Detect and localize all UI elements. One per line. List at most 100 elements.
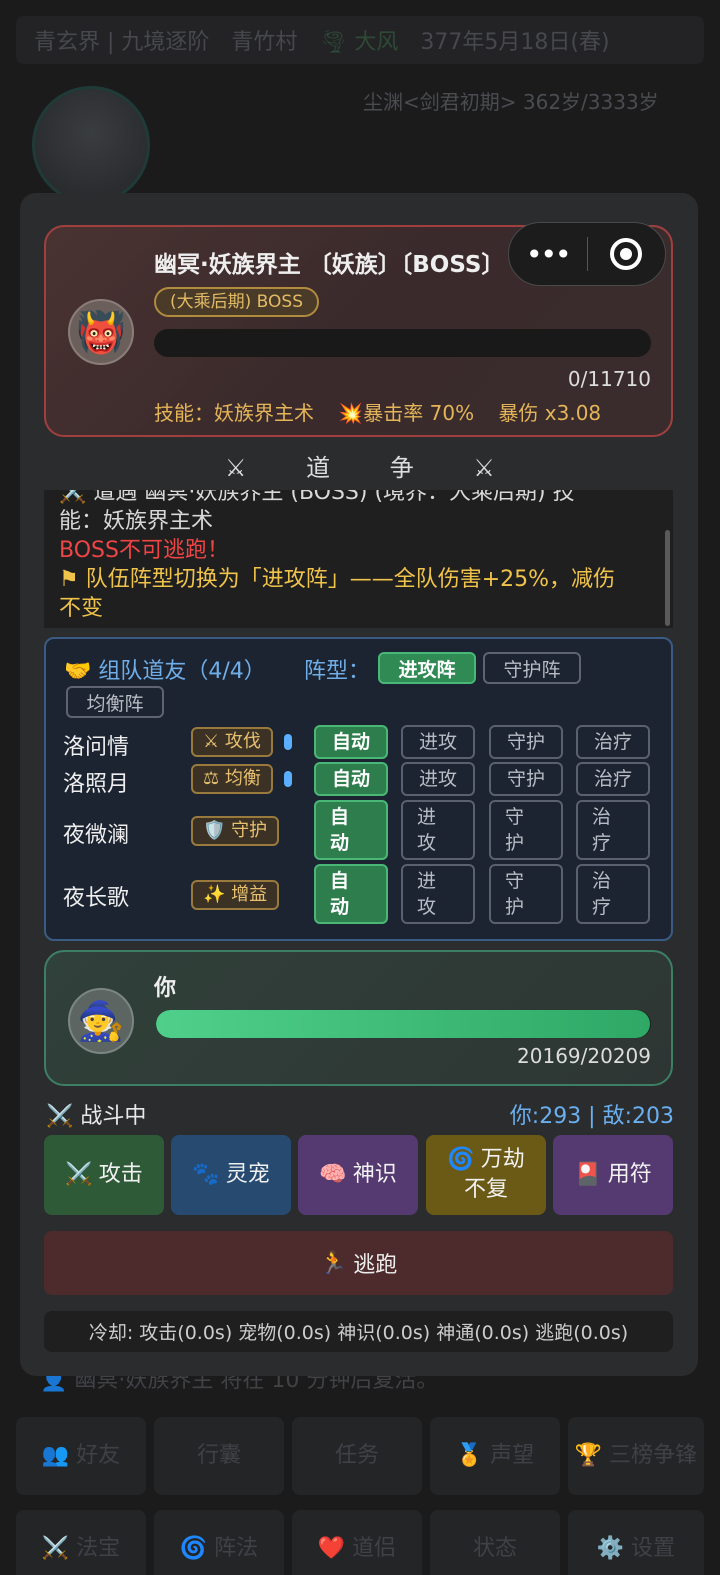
member-attack-button[interactable]: 进攻: [401, 762, 475, 796]
companion-button[interactable]: ❤️ 道侣: [292, 1510, 422, 1575]
team-header: 🤝 组队道友（4/4）: [64, 659, 266, 684]
member-defend-button[interactable]: 守 护: [489, 864, 563, 924]
miniprogram-capsule: •••: [508, 222, 666, 286]
character-info: 尘渊<剑君初期> 362岁/3333岁: [363, 90, 659, 114]
formation-label: 阵型：: [304, 659, 371, 684]
artifact-button[interactable]: ⚔️ 法宝: [16, 1510, 146, 1575]
member-name: 夜长歌: [63, 886, 130, 911]
rankings-button[interactable]: 🏆 三榜争锋: [568, 1417, 704, 1495]
boss-avatar: 👹: [68, 299, 134, 365]
member-defend-button[interactable]: 守护: [489, 725, 563, 759]
member-heal-button[interactable]: 治疗: [576, 762, 650, 796]
boss-crit-rate: 💥暴击率 70%: [338, 401, 475, 425]
member-auto-button[interactable]: 自 动: [314, 800, 388, 860]
member-role-tag: ⚔ 攻伐: [191, 727, 273, 757]
divine-sense-button[interactable]: 🧠 神识: [298, 1135, 418, 1215]
top-bar: 青玄界 | 九境逐阶 青竹村 🌪 大风 377年5月18日(春): [16, 16, 704, 64]
settings-button[interactable]: ⚙️ 设置: [568, 1510, 704, 1575]
more-options-button[interactable]: •••: [509, 238, 587, 271]
cyclone-icon: 🌀: [447, 1147, 475, 1172]
wind-icon: 🌪: [319, 30, 348, 55]
boss-skill-line: 技能：妖族界主术 💥暴击率 70% 暴伤 x3.08: [154, 397, 619, 426]
member-heal-button[interactable]: 治 疗: [576, 864, 650, 924]
crossed-swords-icon: ⚔️: [65, 1162, 93, 1187]
location-name[interactable]: 青竹村: [231, 24, 297, 56]
weather: 🌪 大风: [319, 24, 398, 56]
member-auto-button[interactable]: 自动: [314, 762, 388, 796]
member-defend-button[interactable]: 守 护: [489, 800, 563, 860]
card-icon: 🎴: [574, 1162, 602, 1187]
formation-button[interactable]: 🌀 阵法: [154, 1510, 284, 1575]
flee-button[interactable]: 🏃 逃跑: [44, 1231, 673, 1295]
divine-sense-label: 神识: [352, 1162, 397, 1187]
boss-hp-text: 0/11710: [567, 367, 651, 391]
member-status-indicator: [284, 771, 292, 787]
member-name: 夜微澜: [63, 823, 130, 848]
boss-hp-bar: [154, 329, 651, 357]
boss-name: 幽冥·妖族界主 〔妖族〕〔BOSS〕: [154, 252, 505, 278]
battle-log-scrollbar[interactable]: [665, 530, 670, 626]
formation-defend-button[interactable]: 守护阵: [483, 652, 581, 684]
member-role-tag: 🛡️ 守护: [191, 816, 280, 846]
mage-icon: 🧙: [77, 998, 125, 1043]
log-line: BOSS不可逃跑！: [59, 538, 229, 563]
member-attack-button[interactable]: 进 攻: [401, 800, 475, 860]
inventory-button[interactable]: 行囊: [154, 1417, 284, 1495]
member-role-tag: ⚖ 均衡: [191, 764, 273, 794]
status-button[interactable]: 状态: [430, 1510, 560, 1575]
record-icon: [610, 238, 643, 270]
player-hp-bar: [156, 1010, 651, 1038]
talisman-label: 用符: [607, 1162, 652, 1187]
brain-icon: 🧠: [319, 1162, 347, 1187]
member-role-tag: ✨ 增益: [191, 880, 280, 910]
pet-button[interactable]: 🐾 灵宠: [171, 1135, 291, 1215]
member-auto-button[interactable]: 自动: [314, 725, 388, 759]
member-defend-button[interactable]: 守护: [489, 762, 563, 796]
member-auto-button[interactable]: 自 动: [314, 864, 388, 924]
member-heal-button[interactable]: 治疗: [576, 725, 650, 759]
battle-log-content: ⚔️ 遭遇 幽冥·妖族界主 (BOSS) (境界：大乘后期) 技能：妖族界主术 B…: [59, 490, 659, 623]
log-line: ⚔️ 遭遇 幽冥·妖族界主 (BOSS) (境界：大乘后期) 技: [59, 490, 575, 505]
battle-title: ⚔ 道 争 ⚔: [225, 454, 521, 482]
character-avatar[interactable]: [32, 86, 150, 204]
player-hp-fill: [156, 1010, 651, 1038]
player-hp-text: 20169/20209: [517, 1044, 651, 1068]
member-name: 洛问情: [63, 735, 130, 760]
reputation-button[interactable]: 🏅 声望: [430, 1417, 560, 1495]
close-miniprogram-button[interactable]: [588, 238, 666, 270]
team-panel: 🤝 组队道友（4/4） 阵型： 进攻阵 守护阵 均衡阵 洛问情 ⚔ 攻伐 自动 …: [44, 637, 673, 941]
player-avatar: 🧙: [68, 988, 134, 1054]
game-date: 377年5月18日(春): [420, 30, 610, 55]
player-card: 🧙 你 20169/20209: [44, 950, 673, 1086]
member-attack-button[interactable]: 进攻: [401, 725, 475, 759]
formation-attack-button[interactable]: 进攻阵: [378, 652, 476, 684]
skill-text: 🌀 万劫不复: [443, 1145, 529, 1205]
friends-button[interactable]: 👥 好友: [16, 1417, 146, 1495]
attack-label: 攻击: [98, 1162, 143, 1187]
member-heal-button[interactable]: 治 疗: [576, 800, 650, 860]
battle-log[interactable]: ⚔️ 遭遇 幽冥·妖族界主 (BOSS) (境界：大乘后期) 技能：妖族界主术 B…: [44, 490, 673, 628]
speed-compare: 你:293 | 敌:203: [509, 1104, 674, 1129]
running-icon: 🏃: [319, 1250, 348, 1276]
quest-button[interactable]: 任务: [292, 1417, 422, 1495]
talisman-button[interactable]: 🎴 用符: [553, 1135, 673, 1215]
boss-crit-damage: 暴伤 x3.08: [498, 401, 602, 425]
log-line: 不变: [59, 596, 104, 621]
log-line: ⚑ 队伍阵型切换为「进攻阵」——全队伤害+25%，减伤: [59, 567, 616, 592]
attack-button[interactable]: ⚔️ 攻击: [44, 1135, 164, 1215]
paw-icon: 🐾: [192, 1162, 220, 1187]
formation-balanced-button[interactable]: 均衡阵: [66, 686, 164, 718]
member-status-indicator: [284, 734, 292, 750]
member-name: 洛照月: [63, 772, 130, 797]
skill-button[interactable]: 🌀 万劫不复: [426, 1135, 546, 1215]
member-attack-button[interactable]: 进 攻: [401, 864, 475, 924]
boss-realm-badge: (大乘后期) BOSS: [154, 287, 319, 317]
battle-status: ⚔️ 战斗中: [46, 1104, 147, 1129]
world-name: 青玄界 | 九境逐阶: [34, 30, 210, 55]
ogre-icon: 👹: [76, 309, 126, 356]
flee-label: 逃跑: [353, 1253, 398, 1278]
pet-label: 灵宠: [225, 1162, 270, 1187]
weather-label: 大风: [354, 30, 399, 55]
cooldown-bar: 冷却: 攻击(0.0s) 宠物(0.0s) 神识(0.0s) 神通(0.0s) …: [44, 1311, 673, 1352]
player-name: 你: [154, 976, 177, 1001]
